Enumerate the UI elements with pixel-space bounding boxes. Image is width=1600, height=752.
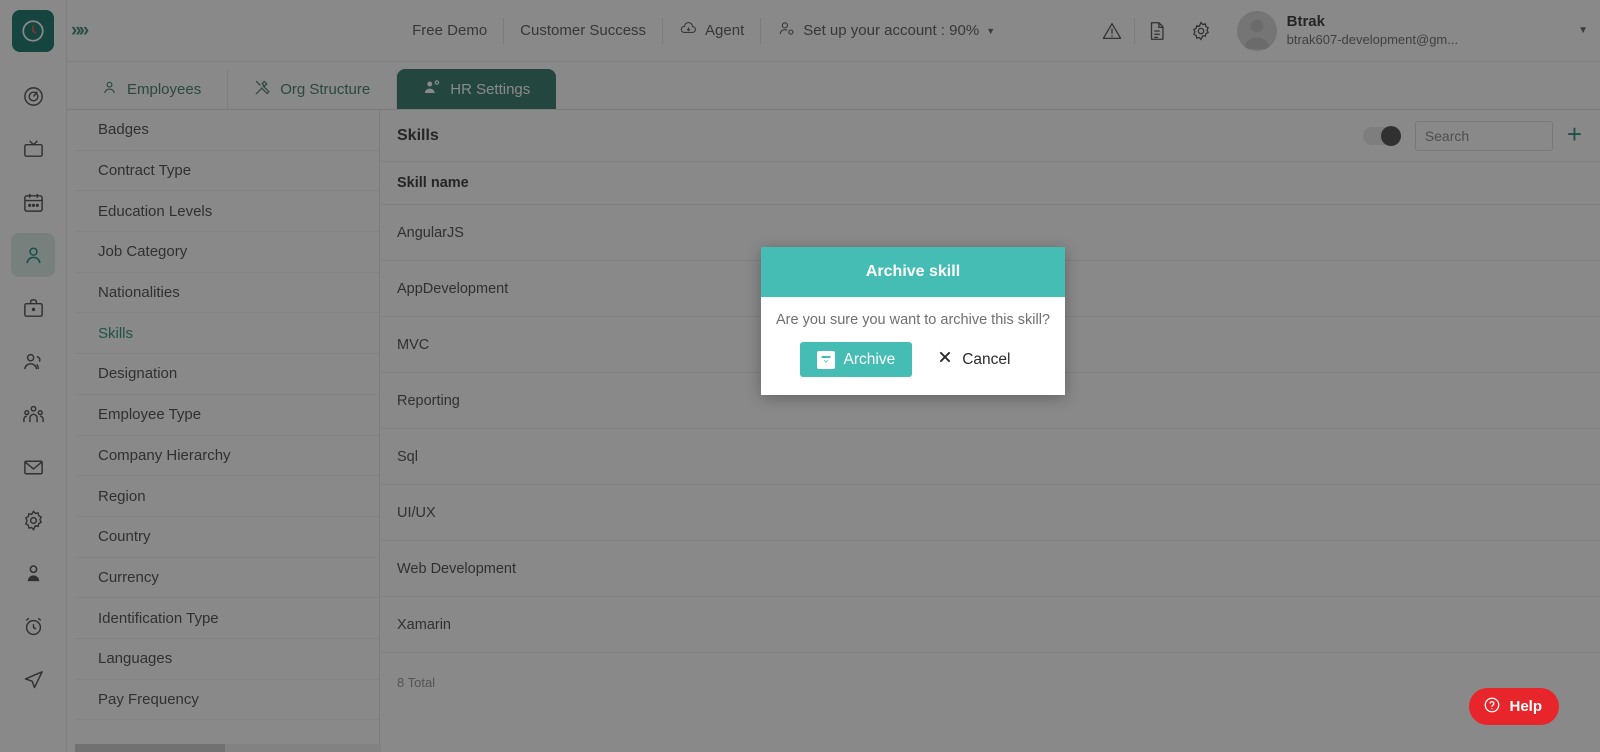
dialog-title: Archive skill [761, 247, 1065, 297]
app-root: »» Free Demo Customer Success Agent [0, 0, 1600, 752]
question-circle-icon [1483, 696, 1501, 718]
close-icon [938, 350, 952, 369]
archive-confirm-label: Archive [844, 351, 896, 369]
dialog-body: Are you sure you want to archive this sk… [761, 297, 1065, 395]
cancel-label: Cancel [962, 351, 1010, 369]
help-button[interactable]: Help [1469, 688, 1559, 725]
archive-confirm-button[interactable]: Archive [800, 342, 913, 377]
cancel-button[interactable]: Cancel [922, 342, 1026, 377]
dialog-actions: Archive Cancel [761, 328, 1065, 395]
dialog-message: Are you sure you want to archive this sk… [761, 312, 1065, 328]
help-label: Help [1509, 698, 1542, 715]
archive-icon [817, 351, 835, 369]
archive-skill-dialog: Archive skill Are you sure you want to a… [761, 247, 1065, 395]
